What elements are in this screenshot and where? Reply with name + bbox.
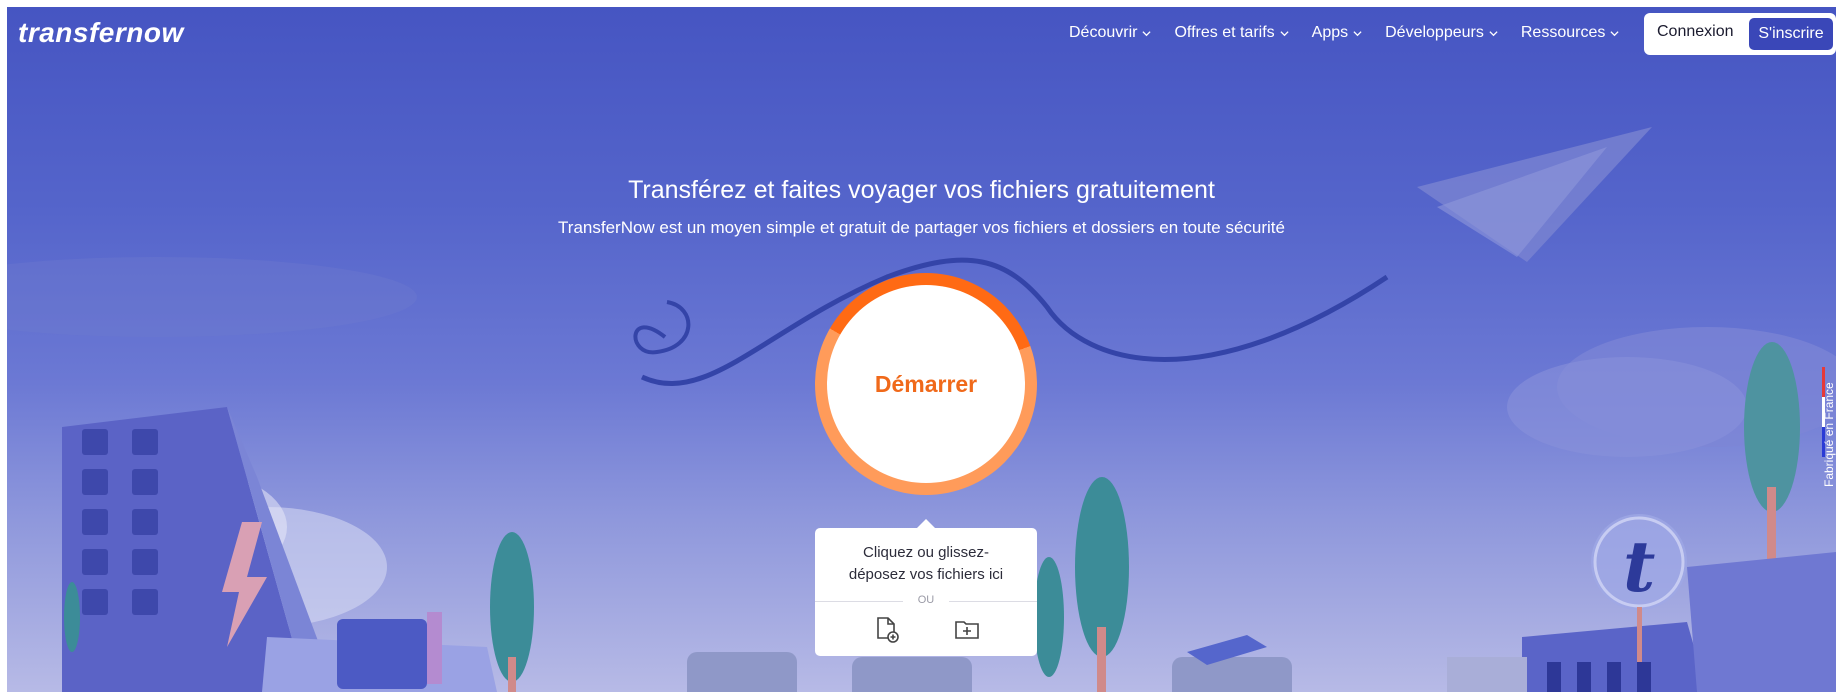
start-button-inner[interactable]: Démarrer <box>827 285 1025 483</box>
nav-item-developpeurs[interactable]: Développeurs <box>1385 24 1498 42</box>
nav-item-label: Ressources <box>1520 24 1606 41</box>
chevron-down-icon <box>1142 30 1152 36</box>
nav-item-decouvrir[interactable]: Découvrir <box>1069 24 1152 42</box>
start-label: Démarrer <box>874 370 978 397</box>
drop-actions <box>815 614 1037 644</box>
drop-zone[interactable]: Cliquez ou glissez-déposez vos fichiers … <box>815 519 1037 656</box>
page-frame: t transfernow Découvrir Offres et tarifs… <box>7 7 1836 692</box>
nav-item-label: Apps <box>1311 24 1349 41</box>
signup-button[interactable]: S'inscrire <box>1749 18 1833 50</box>
auth-box: Connexion S'inscrire <box>1644 13 1836 55</box>
chevron-down-icon <box>1489 30 1498 36</box>
or-divider: OU <box>815 594 1037 606</box>
hero-subtitle: TransferNow est un moyen simple et gratu… <box>558 218 1285 237</box>
drop-instructions: Cliquez ou glissez-déposez vos fichiers … <box>848 544 1004 583</box>
nav-item-label: Développeurs <box>1385 24 1484 41</box>
chevron-down-icon <box>1610 30 1619 36</box>
made-in-france-label: Fabriqué en France <box>1822 382 1836 487</box>
folder-plus-icon[interactable] <box>952 614 982 644</box>
main-nav: Découvrir Offres et tarifs Apps Développ… <box>1069 24 1642 42</box>
nav-item-offres[interactable]: Offres et tarifs <box>1174 24 1289 42</box>
nav-item-ressources[interactable]: Ressources <box>1521 24 1619 42</box>
file-plus-icon[interactable] <box>871 614 901 644</box>
chevron-down-icon <box>1353 30 1362 36</box>
chevron-down-icon <box>1280 30 1289 36</box>
hero-title: Transférez et faites voyager vos fichier… <box>628 176 1215 204</box>
nav-item-apps[interactable]: Apps <box>1312 24 1362 42</box>
start-button[interactable]: Démarrer <box>815 273 1037 495</box>
svg-text:t: t <box>1623 525 1655 608</box>
nav-item-label: Offres et tarifs <box>1174 24 1275 41</box>
nav-item-label: Découvrir <box>1069 24 1138 41</box>
login-button[interactable]: Connexion <box>1657 23 1734 41</box>
logo[interactable]: transfernow <box>18 17 184 49</box>
